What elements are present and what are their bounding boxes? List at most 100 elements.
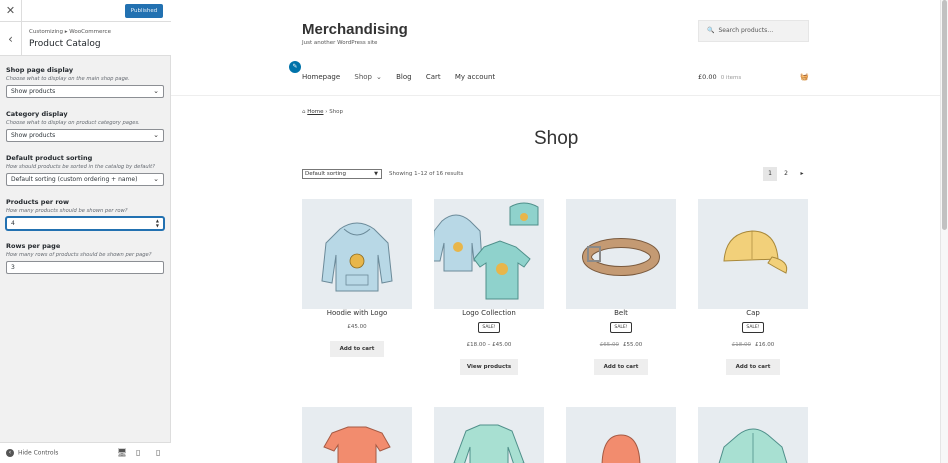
- product-name[interactable]: Logo Collection: [434, 309, 544, 317]
- product-name[interactable]: Cap: [698, 309, 808, 317]
- site-tagline: Just another WordPress site: [302, 40, 378, 46]
- search-input[interactable]: 🔍 Search products…: [698, 20, 809, 42]
- stepper-arrows-icon[interactable]: ▲ ▼: [156, 218, 159, 228]
- control-description: Choose what to display on product catego…: [6, 120, 140, 126]
- input-value: 3: [11, 264, 15, 271]
- close-icon[interactable]: ✕: [0, 0, 22, 22]
- basket-icon: 🧺: [800, 73, 809, 81]
- desktop-preview-icon[interactable]: 🖥: [117, 448, 127, 457]
- sorting-select[interactable]: Default sorting ▼: [302, 169, 382, 179]
- control-description: How many products should be shown per ro…: [6, 208, 128, 214]
- long-sleeve-illustration: [453, 424, 525, 463]
- breadcrumb-current: Shop: [329, 109, 344, 115]
- product-name[interactable]: Belt: [566, 309, 676, 317]
- select-value: Show products: [11, 88, 56, 95]
- product-image-logo-collection[interactable]: [434, 199, 544, 309]
- chevron-down-icon: ⌄: [153, 131, 159, 139]
- add-to-cart-button[interactable]: Add to cart: [594, 359, 648, 375]
- logo-collection-illustration: [434, 202, 539, 300]
- old-price: £18.00: [731, 342, 751, 348]
- product-card: Belt SALE! £65.00 £55.00 Add to cart: [566, 199, 676, 379]
- control-default-sorting: Default product sorting How should produ…: [6, 154, 164, 186]
- nav-item-cart[interactable]: Cart: [426, 73, 441, 81]
- products-per-row-input[interactable]: 4 ▲ ▼: [6, 217, 164, 230]
- search-icon: 🔍: [707, 27, 715, 34]
- next-page-icon[interactable]: ▸: [795, 167, 809, 181]
- site-title[interactable]: Merchandising: [302, 21, 408, 38]
- control-label: Rows per page: [6, 242, 61, 250]
- collapse-icon: ‹: [6, 449, 14, 457]
- customizer-footer: ‹ Hide Controls 🖥 ▯ ▯: [0, 442, 171, 463]
- product-image-hoodie-zip[interactable]: [698, 407, 808, 463]
- result-count: Showing 1–12 of 16 results: [389, 171, 464, 177]
- nav-item-label: Shop: [354, 73, 372, 81]
- old-price: £65.00: [599, 342, 619, 348]
- nav-item-homepage[interactable]: Homepage: [302, 73, 340, 81]
- tablet-preview-icon[interactable]: ▯: [136, 448, 140, 457]
- product-image-belt[interactable]: [566, 199, 676, 309]
- nav-item-my-account[interactable]: My account: [455, 73, 495, 81]
- product-name[interactable]: Hoodie with Logo: [302, 309, 412, 317]
- product-image-long-sleeve[interactable]: [434, 407, 544, 463]
- caret-down-icon: ▼: [374, 171, 378, 177]
- breadcrumb: ⌂ Home › Shop: [302, 109, 343, 115]
- control-description: Choose what to display on the main shop …: [6, 76, 130, 82]
- rows-per-page-input[interactable]: 3: [6, 261, 164, 274]
- sale-price: £16.00: [755, 342, 775, 348]
- shop-page-display-select[interactable]: Show products ⌄: [6, 85, 164, 98]
- category-display-select[interactable]: Show products ⌄: [6, 129, 164, 142]
- control-label: Default product sorting: [6, 154, 93, 162]
- page-1[interactable]: 1: [763, 167, 777, 181]
- cart-item-count: 0 items: [720, 75, 742, 81]
- customizer-sidebar: ✕ Published ‹ Customizing ▸ WooCommerce …: [0, 0, 171, 463]
- sorting-value: Default sorting: [305, 171, 346, 177]
- hide-controls-button[interactable]: ‹ Hide Controls: [6, 449, 58, 457]
- product-image-beanie[interactable]: [566, 407, 676, 463]
- zip-hoodie-illustration: [718, 428, 788, 463]
- product-card: Logo Collection SALE! £18.00 – £45.00 Vi…: [434, 199, 544, 379]
- breadcrumb-home[interactable]: Home: [307, 109, 323, 115]
- sale-badge: SALE!: [742, 322, 764, 333]
- edit-shortcut-icon[interactable]: ✎: [289, 61, 301, 73]
- section-title: Product Catalog: [29, 39, 101, 49]
- header-cart[interactable]: £0.00 0 items 🧺: [698, 73, 809, 81]
- default-sorting-select[interactable]: Default sorting (custom ordering + name)…: [6, 173, 164, 186]
- page-title: Shop: [534, 128, 579, 149]
- customizer-header-bar: ✕ Published: [0, 0, 171, 22]
- sale-badge: SALE!: [610, 322, 632, 333]
- control-shop-page-display: Shop page display Choose what to display…: [6, 66, 164, 98]
- control-label: Category display: [6, 110, 68, 118]
- preview-scrollbar[interactable]: [940, 0, 948, 463]
- cap-illustration: [723, 230, 788, 274]
- control-category-display: Category display Choose what to display …: [6, 110, 164, 142]
- publish-button[interactable]: Published: [125, 4, 163, 18]
- select-value: Show products: [11, 132, 56, 139]
- chevron-down-icon: ⌄: [153, 87, 159, 95]
- search-placeholder: Search products…: [718, 27, 774, 34]
- section-header: ‹ Customizing ▸ WooCommerce Product Cata…: [0, 22, 171, 56]
- page-2[interactable]: 2: [779, 167, 793, 181]
- back-icon[interactable]: ‹: [0, 22, 22, 56]
- store-preview: Merchandising Just another WordPress sit…: [171, 0, 940, 463]
- add-to-cart-button[interactable]: Add to cart: [726, 359, 780, 375]
- cart-total: £0.00: [698, 73, 717, 81]
- product-image-tshirt[interactable]: [302, 407, 412, 463]
- control-products-per-row: Products per row How many products shoul…: [6, 198, 164, 230]
- beanie-illustration: [601, 434, 641, 463]
- add-to-cart-button[interactable]: Add to cart: [330, 341, 384, 357]
- control-label: Products per row: [6, 198, 70, 206]
- sale-badge: SALE!: [478, 322, 500, 333]
- chevron-down-icon: ⌄: [376, 73, 382, 81]
- chevron-down-icon: ⌄: [153, 175, 159, 183]
- customizer-breadcrumb: Customizing ▸ WooCommerce: [29, 29, 111, 35]
- view-products-button[interactable]: View products: [460, 359, 518, 375]
- nav-item-blog[interactable]: Blog: [396, 73, 411, 81]
- scrollbar-thumb[interactable]: [942, 0, 947, 230]
- product-image-hoodie[interactable]: [302, 199, 412, 309]
- nav-item-shop[interactable]: Shop ⌄: [354, 73, 381, 81]
- product-image-cap[interactable]: [698, 199, 808, 309]
- product-price: £65.00 £55.00: [566, 342, 676, 348]
- select-value: Default sorting (custom ordering + name): [11, 176, 138, 183]
- belt-illustration: [582, 238, 660, 276]
- mobile-preview-icon[interactable]: ▯: [156, 448, 160, 457]
